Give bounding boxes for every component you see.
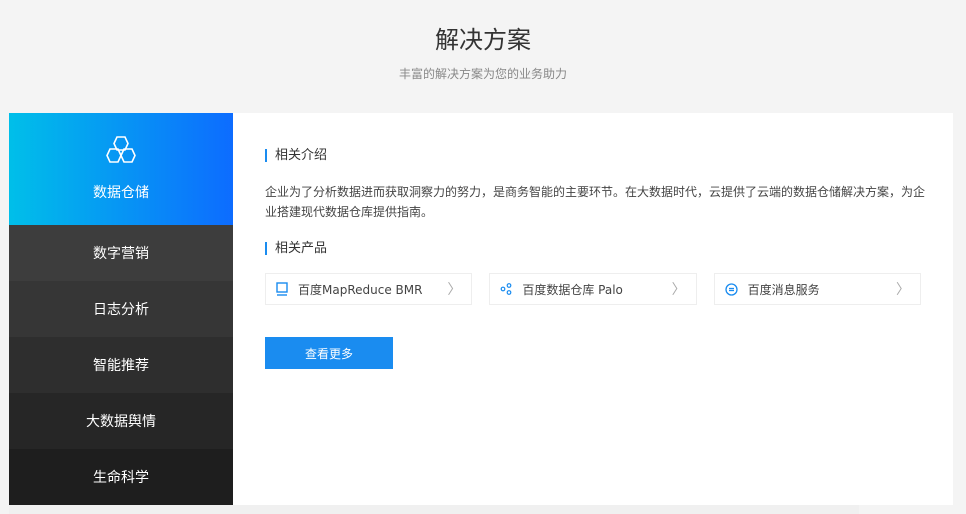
- sidebar-item-label: 智能推荐: [93, 358, 149, 374]
- view-more-button[interactable]: 查看更多: [265, 337, 393, 369]
- hexagons-icon: [106, 136, 136, 163]
- sidebar-item-data-warehouse[interactable]: 数据仓储: [9, 113, 233, 225]
- sidebar-item-label: 数字营销: [93, 246, 149, 262]
- server-icon: [276, 282, 288, 296]
- page-subtitle: 丰富的解决方案为您的业务助力: [398, 67, 567, 81]
- message-icon: [725, 282, 738, 296]
- sidebar-item-label: 日志分析: [93, 302, 149, 318]
- product-label: 百度MapReduce BMR: [298, 282, 423, 297]
- chevron-right-icon: 〉: [895, 282, 910, 298]
- sidebar-item-life-science[interactable]: 生命科学: [9, 449, 233, 505]
- product-card-message[interactable]: 百度消息服务 〉: [713, 273, 921, 305]
- sidebar-item-log-analysis[interactable]: 日志分析: [9, 281, 233, 337]
- intro-text: 企业为了分析数据进而获取洞察力的努力，是商务智能的主要环节。在大数据时代，云提供…: [265, 185, 926, 219]
- intro-heading: 相关介绍: [265, 149, 921, 162]
- chevron-right-icon: 〉: [671, 282, 686, 298]
- page-title: 解决方案: [435, 26, 531, 54]
- sidebar-item-smart-recommend[interactable]: 智能推荐: [9, 337, 233, 393]
- footer-edge: [9, 505, 859, 514]
- share-nodes-icon: [500, 283, 512, 295]
- product-card-bmr[interactable]: 百度MapReduce BMR 〉: [265, 273, 473, 305]
- sidebar-item-label: 数据仓储: [93, 185, 149, 201]
- product-label: 百度数据仓库 Palo: [522, 282, 623, 297]
- chevron-right-icon: 〉: [447, 282, 462, 298]
- product-list: 百度MapReduce BMR 〉 百度数据仓库 Palo 〉 百度消息服务 〉: [265, 273, 921, 305]
- product-card-palo[interactable]: 百度数据仓库 Palo 〉: [489, 273, 697, 305]
- sidebar-item-label: 生命科学: [93, 470, 149, 486]
- product-label: 百度消息服务: [747, 282, 820, 297]
- sidebar-item-digital-marketing[interactable]: 数字营销: [9, 225, 233, 281]
- products-heading: 相关产品: [265, 242, 921, 255]
- solution-panel: 相关介绍 企业为了分析数据进而获取洞察力的努力，是商务智能的主要环节。在大数据时…: [233, 113, 953, 505]
- solution-sidebar: 数据仓储 数字营销 日志分析 智能推荐 大数据舆情 生命科学: [9, 113, 233, 505]
- sidebar-item-public-opinion[interactable]: 大数据舆情: [9, 393, 233, 449]
- sidebar-item-label: 大数据舆情: [86, 414, 156, 430]
